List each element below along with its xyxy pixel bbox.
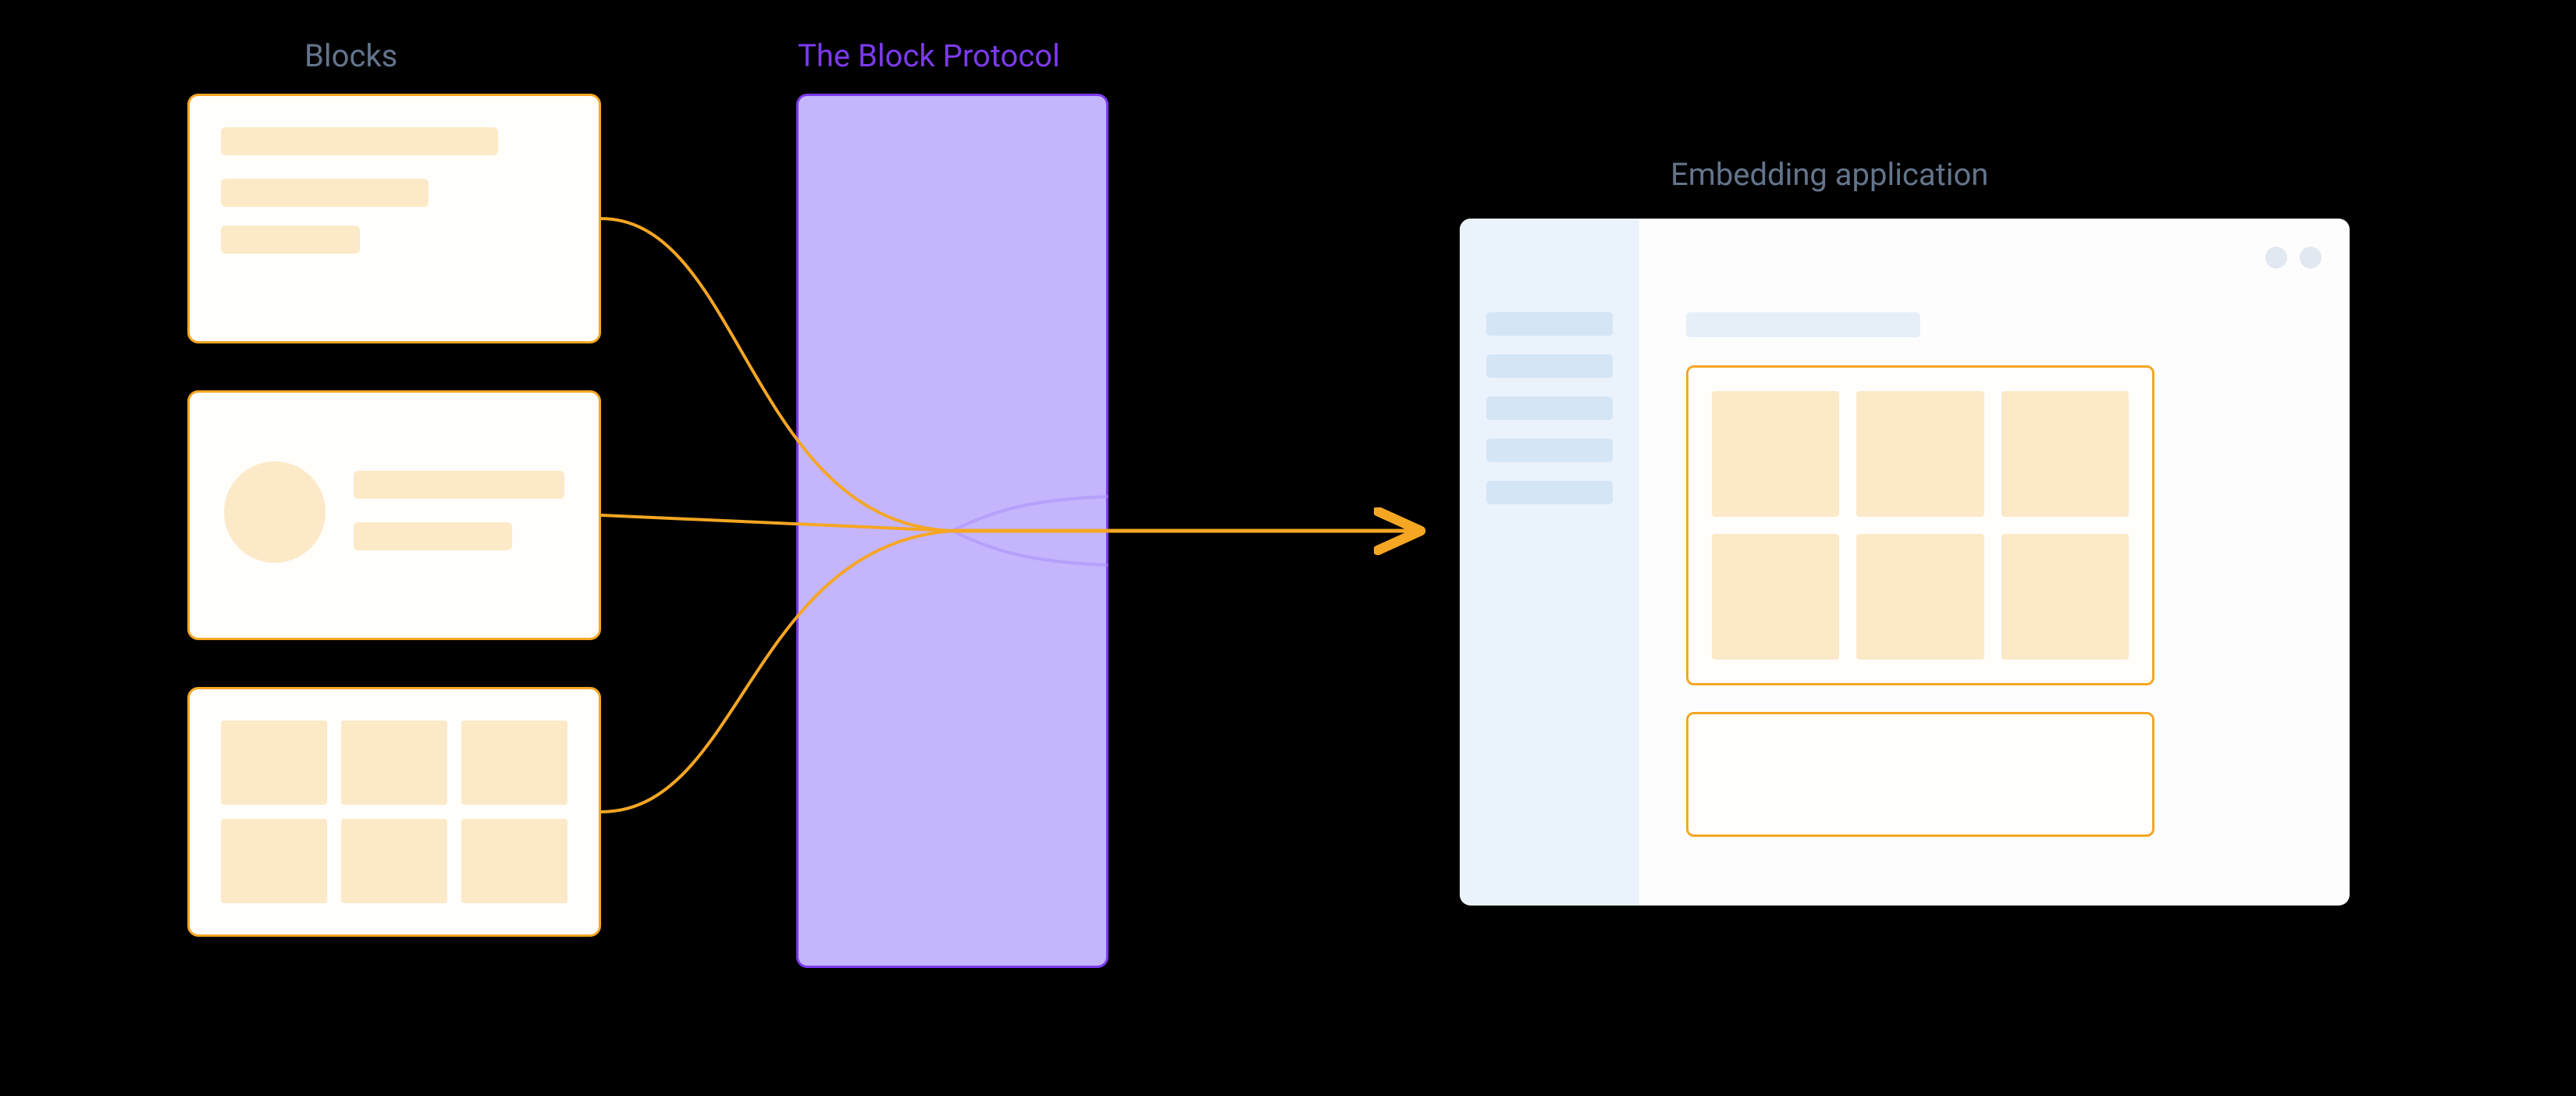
grid-cell: [341, 721, 447, 805]
window-controls-icon: [2256, 247, 2322, 272]
sidebar-item: [1486, 439, 1613, 462]
grid-cell: [2001, 391, 2129, 517]
app-sidebar: [1460, 219, 1639, 906]
grid-cell: [1712, 534, 1839, 660]
grid-cell: [341, 819, 447, 903]
embedded-block-empty: [1686, 712, 2154, 837]
placeholder-bar: [221, 226, 360, 254]
blocks-label: Blocks: [304, 37, 397, 74]
embedded-block-grid: [1686, 365, 2154, 685]
protocol-label: The Block Protocol: [798, 37, 1060, 74]
window-dot-icon: [2265, 247, 2287, 269]
placeholder-bar: [221, 179, 429, 207]
block-card-profile: [187, 390, 601, 640]
app-main: [1686, 312, 2194, 837]
app-label: Embedding application: [1670, 156, 1988, 193]
embedding-application-window: [1460, 219, 2350, 906]
grid-placeholder: [221, 721, 568, 903]
grid-cell: [461, 721, 568, 805]
block-card-text: [187, 94, 601, 343]
sidebar-item: [1486, 397, 1613, 420]
placeholder-lines: [354, 471, 564, 574]
sidebar-item: [1486, 312, 1613, 336]
window-dot-icon: [2300, 247, 2322, 269]
grid-cell: [1856, 534, 1984, 660]
block-protocol-box: [796, 94, 1108, 968]
page-title-placeholder: [1686, 312, 1920, 337]
grid-cell: [221, 721, 327, 805]
block-card-grid: [187, 687, 601, 937]
placeholder-bar: [221, 127, 498, 155]
grid-cell: [1712, 391, 1839, 517]
sidebar-item: [1486, 481, 1613, 504]
grid-cell: [2001, 534, 2129, 660]
diagram-stage: Blocks The Block Protocol Embedding appl…: [0, 0, 2576, 1096]
placeholder-bar: [354, 522, 512, 550]
grid-cell: [1856, 391, 1984, 517]
avatar-placeholder-icon: [224, 461, 326, 563]
placeholder-bar: [354, 471, 564, 499]
grid-cell: [461, 819, 568, 903]
sidebar-item: [1486, 354, 1613, 378]
grid-cell: [221, 819, 327, 903]
